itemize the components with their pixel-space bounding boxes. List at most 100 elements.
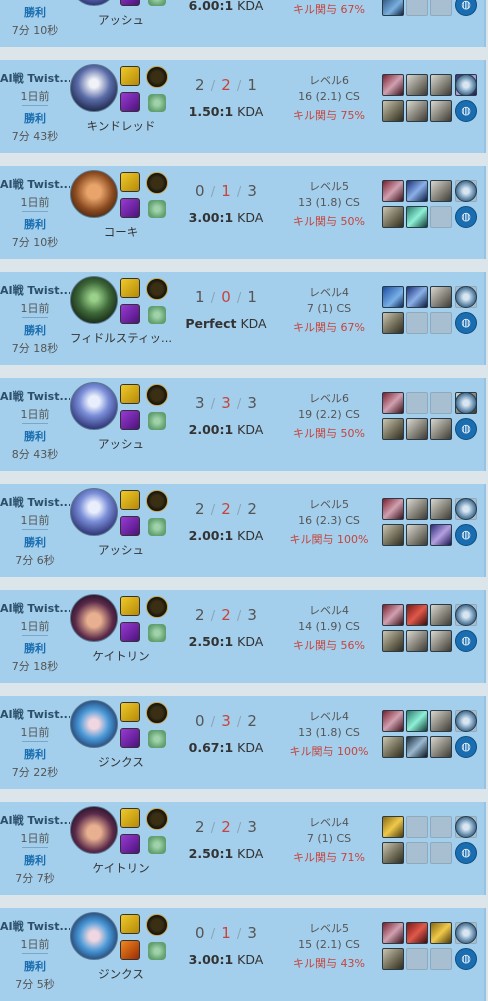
match-card[interactable]: AI戦 Twist... 1日前 勝利 8分 43秒 アッシュ 3 / 3 / 3 2.00…	[0, 378, 486, 471]
tome-item-icon[interactable]	[382, 286, 404, 308]
ward-bag-icon[interactable]: ◍	[455, 0, 477, 16]
blade-item-icon[interactable]	[406, 524, 428, 546]
match-card[interactable]: AI戦 Twist... 1日前 勝利 7分 10秒 コーキ 0 / 1 / 3 3.00:…	[0, 166, 486, 259]
assists: 3	[247, 818, 257, 836]
match-card[interactable]: AI戦 Twist... 1日前 勝利 7分 18秒 ケイトリン 2 / 2 / 3 2.5…	[0, 590, 486, 683]
red-item-icon[interactable]	[406, 604, 428, 626]
champion-name[interactable]: ジンクス	[66, 754, 176, 770]
match-card[interactable]: AI戦 Twist... 1日前 勝利 7分 6秒 アッシュ 2 / 2 / 2 2.00:…	[0, 484, 486, 577]
ward-bag-icon[interactable]: ◍	[455, 206, 477, 228]
match-card[interactable]: AI戦 Twist... 1日前 勝利 7分 43秒 キンドレッド 2 / 2 / 1 1.…	[0, 60, 486, 153]
champion-name[interactable]: ジンクス	[66, 966, 176, 982]
match-card[interactable]: 勝利7分 10秒アッシュ6.00:1 KDA16 (2.2) CSキル関与 67…	[0, 0, 486, 47]
boots-item-icon[interactable]	[382, 736, 404, 758]
ashe-portrait-icon[interactable]	[70, 0, 118, 6]
sight-icon[interactable]	[455, 286, 477, 308]
champion-name[interactable]: ケイトリン	[66, 648, 176, 664]
boots-item-icon[interactable]	[382, 206, 404, 228]
ashe-portrait-icon[interactable]	[70, 488, 118, 536]
ashe-portrait-icon[interactable]	[70, 382, 118, 430]
ward-bag-icon[interactable]: ◍	[455, 630, 477, 652]
sword-item-icon[interactable]	[382, 604, 404, 626]
sword-item-icon[interactable]	[382, 498, 404, 520]
champion-name[interactable]: アッシュ	[66, 436, 176, 452]
ward-bag-icon[interactable]: ◍	[455, 842, 477, 864]
sword-item-icon[interactable]	[382, 392, 404, 414]
blade-item-icon[interactable]	[406, 100, 428, 122]
smite-icon	[120, 198, 140, 218]
gold-item-icon[interactable]	[382, 816, 404, 838]
sword-item-icon[interactable]	[382, 180, 404, 202]
sight-icon[interactable]	[455, 604, 477, 626]
red-item-icon[interactable]	[406, 922, 428, 944]
blade-item-icon[interactable]	[430, 418, 452, 440]
blade-item-icon[interactable]	[430, 604, 452, 626]
blade-item-icon[interactable]	[406, 418, 428, 440]
caitlyn-portrait-icon[interactable]	[70, 594, 118, 642]
sight-icon[interactable]	[455, 392, 477, 414]
blade-item-icon[interactable]	[430, 100, 452, 122]
jinx-portrait-icon[interactable]	[70, 912, 118, 960]
champion-name[interactable]: コーキ	[66, 224, 176, 240]
ward-item-icon[interactable]	[382, 0, 404, 16]
boots-item-icon[interactable]	[382, 312, 404, 334]
caitlyn-portrait-icon[interactable]	[70, 806, 118, 854]
wand-item-icon[interactable]	[406, 180, 428, 202]
boots-item-icon[interactable]	[382, 100, 404, 122]
blade-item-icon[interactable]	[430, 498, 452, 520]
match-card[interactable]: AI戦 Twist... 1日前 勝利 7分 22秒 ジンクス 0 / 3 / 2 0.67…	[0, 696, 486, 789]
match-card[interactable]: AI戦 Twist... 1日前 勝利 7分 7秒 ケイトリン 2 / 2 / 3 2.50…	[0, 802, 486, 895]
potion-item-icon[interactable]	[406, 710, 428, 732]
fiddlesticks-portrait-icon[interactable]	[70, 276, 118, 324]
potion-item-icon[interactable]	[406, 206, 428, 228]
champion-name[interactable]: アッシュ	[66, 12, 176, 28]
boots-item-icon[interactable]	[382, 418, 404, 440]
champion-name[interactable]: フィドルスティッ...	[66, 330, 176, 346]
result-divider	[22, 211, 48, 212]
blade-item-icon[interactable]	[430, 286, 452, 308]
match-card[interactable]: AI戦 Twist... 1日前 勝利 7分 5秒 ジンクス 0 / 1 / 3 3.00:…	[0, 908, 486, 1001]
ward-bag-icon[interactable]: ◍	[455, 312, 477, 334]
gold-item-icon[interactable]	[430, 922, 452, 944]
smite-icon	[120, 728, 140, 748]
jinx-portrait-icon[interactable]	[70, 700, 118, 748]
boots-item-icon[interactable]	[382, 948, 404, 970]
blade-item-icon[interactable]	[430, 736, 452, 758]
ward-bag-icon[interactable]: ◍	[455, 736, 477, 758]
scythe-item-icon[interactable]	[406, 736, 428, 758]
blade-item-icon[interactable]	[406, 74, 428, 96]
bow-item-icon[interactable]	[430, 524, 452, 546]
boots-item-icon[interactable]	[382, 842, 404, 864]
wand-item-icon[interactable]	[406, 286, 428, 308]
blade-item-icon[interactable]	[430, 180, 452, 202]
boots-item-icon[interactable]	[382, 630, 404, 652]
sight-icon[interactable]	[455, 816, 477, 838]
blade-item-icon[interactable]	[406, 630, 428, 652]
empty-item-slot	[406, 312, 428, 334]
ward-bag-icon[interactable]: ◍	[455, 524, 477, 546]
sight-icon[interactable]	[455, 74, 477, 96]
ward-bag-icon[interactable]: ◍	[455, 418, 477, 440]
sight-icon[interactable]	[455, 922, 477, 944]
blade-item-icon[interactable]	[430, 630, 452, 652]
blade-item-icon[interactable]	[406, 498, 428, 520]
champion-name[interactable]: アッシュ	[66, 542, 176, 558]
sword-item-icon[interactable]	[382, 74, 404, 96]
ward-bag-icon[interactable]: ◍	[455, 100, 477, 122]
blade-item-icon[interactable]	[430, 74, 452, 96]
match-card[interactable]: AI戦 Twist... 1日前 勝利 7分 18秒 フィドルスティッ... 1 / 0 …	[0, 272, 486, 365]
kindred-portrait-icon[interactable]	[70, 64, 118, 112]
champion-name[interactable]: キンドレッド	[66, 118, 176, 134]
kda-ratio: 1.50:1 KDA	[176, 104, 276, 119]
corki-portrait-icon[interactable]	[70, 170, 118, 218]
sight-icon[interactable]	[455, 180, 477, 202]
ward-bag-icon[interactable]: ◍	[455, 948, 477, 970]
kill-participation: キル関与 43%	[293, 957, 365, 970]
boots-item-icon[interactable]	[382, 524, 404, 546]
sight-icon[interactable]	[455, 710, 477, 732]
champion-name[interactable]: ケイトリン	[66, 860, 176, 876]
sword-item-icon[interactable]	[382, 922, 404, 944]
sword-item-icon[interactable]	[382, 710, 404, 732]
sight-icon[interactable]	[455, 498, 477, 520]
blade-item-icon[interactable]	[430, 710, 452, 732]
